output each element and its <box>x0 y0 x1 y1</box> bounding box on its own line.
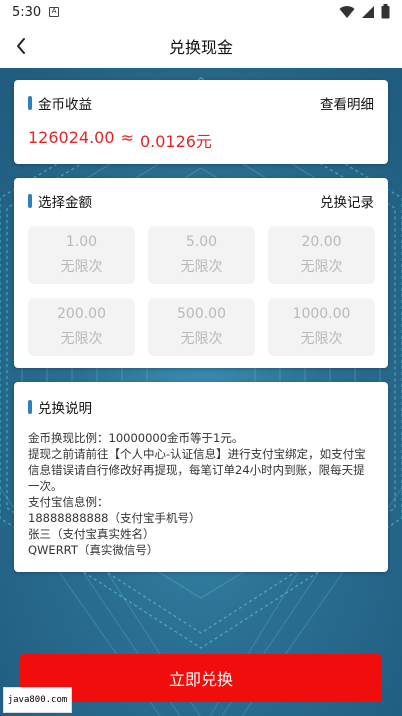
cash-amount: 0.0126元 <box>139 132 212 151</box>
amount-limit: 无限次 <box>300 259 343 275</box>
income-card: 金币收益 查看明细 126024.00 ≈ 0.0126元 <box>14 80 388 164</box>
coin-amount: 126024.00 <box>28 128 115 147</box>
battery-icon <box>381 4 390 19</box>
exchange-now-button[interactable]: 立即兑换 <box>20 654 382 702</box>
instruction-line: 金币换现比例：10000000金币等于1元。 <box>28 431 244 445</box>
watermark: java800.com <box>3 687 72 713</box>
amount-value: 200.00 <box>57 306 106 322</box>
view-detail-link[interactable]: 查看明细 <box>320 93 374 113</box>
status-icons <box>339 4 390 19</box>
exchange-record-link[interactable]: 兑换记录 <box>320 191 374 211</box>
amount-option-1[interactable]: 1.00 无限次 <box>28 226 135 284</box>
section-marker <box>28 400 32 414</box>
instructions-title-label: 兑换说明 <box>38 401 92 417</box>
amount-value: 20.00 <box>301 234 342 250</box>
approx-sign: ≈ <box>120 128 134 147</box>
amount-limit: 无限次 <box>180 331 223 347</box>
status-bar: 5:30 A <box>0 0 402 24</box>
page-title: 兑换现金 <box>168 38 233 57</box>
amount-options-grid: 1.00 无限次 5.00 无限次 20.00 无限次 200.00 无限次 5… <box>28 226 375 356</box>
section-marker <box>28 96 32 110</box>
nav-bar: 兑换现金 <box>0 24 402 68</box>
amount-option-5[interactable]: 5.00 无限次 <box>148 226 255 284</box>
instruction-line: 支付宝信息例： <box>28 495 109 509</box>
amount-limit: 无限次 <box>60 331 103 347</box>
amount-option-20[interactable]: 20.00 无限次 <box>268 226 375 284</box>
amount-limit: 无限次 <box>180 259 223 275</box>
instructions-card: 兑换说明 金币换现比例：10000000金币等于1元。 提现之前请前往【个人中心… <box>14 382 388 572</box>
chevron-left-icon <box>17 38 25 54</box>
amount-value: 500.00 <box>177 306 226 322</box>
amount-title-label: 选择金额 <box>38 195 92 211</box>
wifi-icon <box>339 5 355 18</box>
amount-limit: 无限次 <box>60 259 103 275</box>
income-card-title: 金币收益 <box>28 93 92 113</box>
instructions-text: 金币换现比例：10000000金币等于1元。 提现之前请前往【个人中心-认证信息… <box>28 430 374 558</box>
income-card-header: 金币收益 查看明细 <box>28 92 374 114</box>
amount-option-1000[interactable]: 1000.00 无限次 <box>268 298 375 356</box>
instruction-line: 18888888888（支付宝手机号） <box>28 511 201 525</box>
section-marker <box>28 194 32 208</box>
amount-option-200[interactable]: 200.00 无限次 <box>28 298 135 356</box>
amount-value: 1.00 <box>65 234 98 250</box>
back-button[interactable] <box>10 34 34 58</box>
amount-limit: 无限次 <box>300 331 343 347</box>
amount-card-header: 选择金额 兑换记录 <box>28 190 374 212</box>
instruction-line: 提现之前请前往【个人中心-认证信息】进行支付宝绑定，如支付宝信息错误请自行修改好… <box>28 447 366 493</box>
amount-value: 5.00 <box>185 234 218 250</box>
instruction-line: QWERRT（真实微信号） <box>28 543 159 557</box>
status-time: 5:30 <box>12 4 42 20</box>
amount-value: 1000.00 <box>292 306 351 322</box>
instruction-line: 张三（支付宝真实姓名） <box>28 527 155 541</box>
income-title-label: 金币收益 <box>38 97 92 113</box>
signal-icon <box>362 5 374 18</box>
amount-card: 选择金额 兑换记录 1.00 无限次 5.00 无限次 20.00 无限次 20… <box>14 178 388 368</box>
income-value: 126024.00 ≈ 0.0126元 <box>28 128 374 152</box>
instructions-card-header: 兑换说明 <box>28 396 374 418</box>
sim-card-icon: A <box>49 7 60 17</box>
amount-card-title: 选择金额 <box>28 191 92 211</box>
instructions-card-title: 兑换说明 <box>28 397 92 417</box>
amount-option-500[interactable]: 500.00 无限次 <box>148 298 255 356</box>
